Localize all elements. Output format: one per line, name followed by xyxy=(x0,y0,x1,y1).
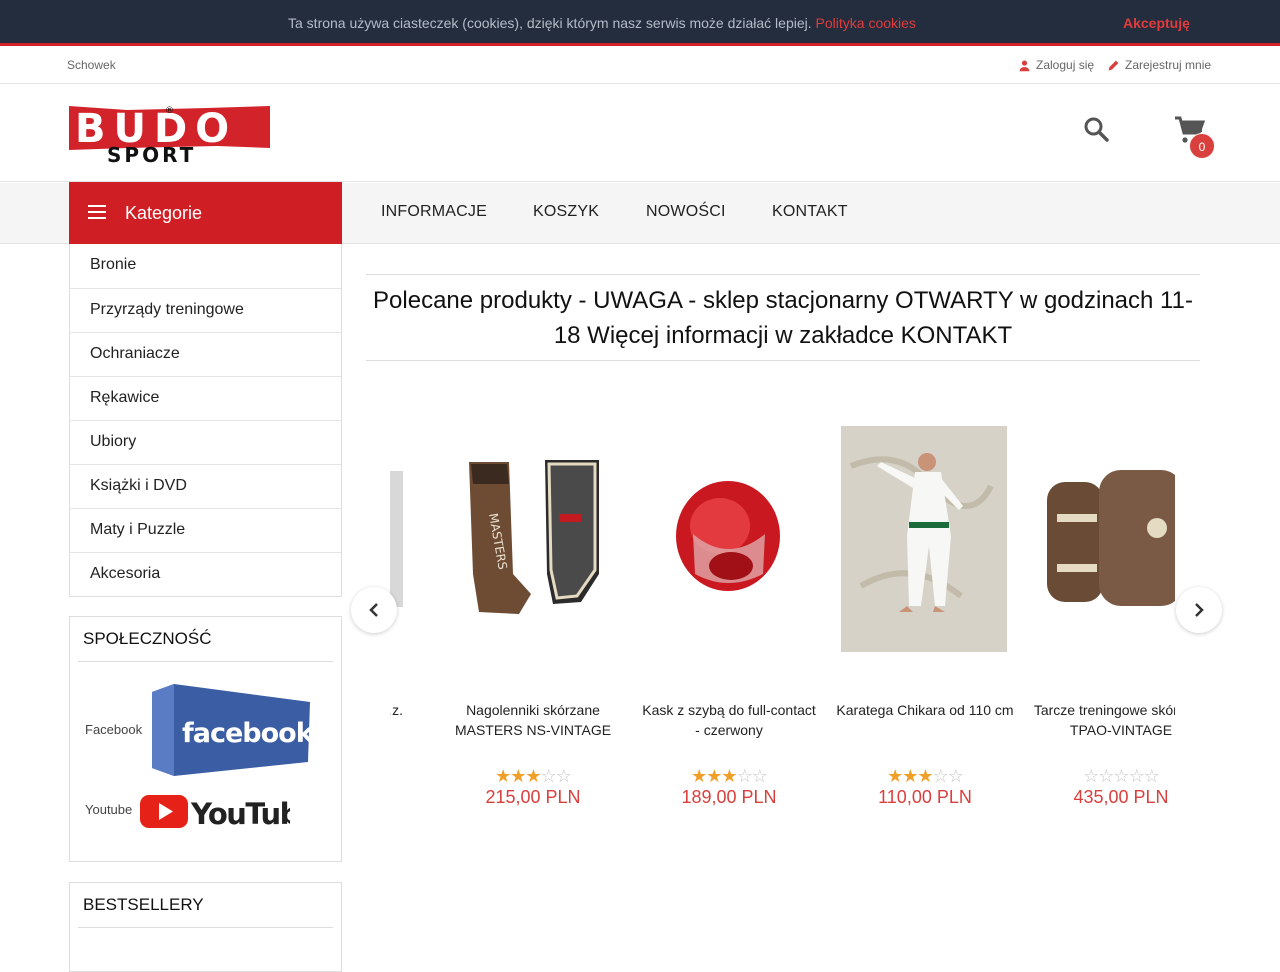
menu-icon xyxy=(88,205,106,219)
carousel-next-button[interactable] xyxy=(1176,587,1222,633)
product-image[interactable] xyxy=(1037,426,1175,652)
chevron-left-icon xyxy=(369,603,378,617)
category-item[interactable]: Rękawice xyxy=(70,376,341,420)
product-photo-pads xyxy=(1047,470,1175,606)
product-photo-karategi xyxy=(841,426,1007,652)
facebook-logo[interactable]: facebook xyxy=(152,684,310,776)
category-item[interactable]: Ubiory xyxy=(70,420,341,464)
chevron-right-icon xyxy=(1195,603,1204,617)
login-label: Zaloguj się xyxy=(1036,58,1095,72)
nav-item-koszyk[interactable]: KOSZYK xyxy=(533,203,599,221)
product-name[interactable]: Nagolenniki skórzane MASTERS NS-VINTAGE xyxy=(443,700,623,740)
cookie-message: Ta strona używa ciasteczek (cookies), dz… xyxy=(288,15,916,31)
youtube-logo[interactable]: YouTube xyxy=(140,792,290,830)
pencil-icon xyxy=(1108,60,1119,70)
product-card[interactable]: MASTERS Nagolenniki skórzane MASTERS NS-… xyxy=(435,400,631,820)
category-item[interactable]: Przyrządy treningowe xyxy=(70,288,341,332)
star-icon: ☆☆ xyxy=(932,766,964,786)
categories-toggle[interactable]: Kategorie xyxy=(69,182,342,244)
star-icon: ★★★ xyxy=(691,766,737,786)
cookie-bar: Ta strona używa ciasteczek (cookies), dz… xyxy=(0,0,1280,46)
carousel-prev-button[interactable] xyxy=(351,587,397,633)
product-photo-red-helmet xyxy=(676,481,780,591)
cart-count-badge: 0 xyxy=(1189,133,1215,159)
product-price: 110,00 PLN xyxy=(878,787,972,807)
logo-sport-text: SPORT xyxy=(107,143,196,164)
star-icon: ☆☆☆☆☆ xyxy=(1083,766,1160,786)
product-image[interactable] xyxy=(645,426,811,652)
divider xyxy=(78,661,333,662)
product-card[interactable]: Tarcze treningowe skórzane TPAO-VINTAGE … xyxy=(1023,400,1175,820)
product-rating: ★★★☆☆ xyxy=(827,766,1023,787)
community-box: SPOŁECZNOŚĆ Facebook facebook Youtube Yo… xyxy=(69,616,342,862)
product-name[interactable]: …kie …z. xyxy=(390,700,403,720)
register-link[interactable]: Zarejestruj mnie xyxy=(1107,58,1211,72)
cookie-message-text: Ta strona używa ciasteczek (cookies), dz… xyxy=(288,15,812,31)
top-links-bar: Schowek Zaloguj się Zarejestruj mnie xyxy=(0,49,1280,84)
budo-sport-logo[interactable]: BUDO ® SPORT xyxy=(67,102,272,164)
login-link[interactable]: Zaloguj się xyxy=(1018,58,1094,72)
product-image[interactable] xyxy=(841,426,1007,652)
product-name[interactable]: Kask z szybą do full-contact - czerwony xyxy=(639,700,819,740)
facebook-logo-text: facebook xyxy=(182,718,310,749)
categories-label: Kategorie xyxy=(125,203,203,223)
youtube-logo-text: YouTube xyxy=(190,797,290,830)
product-price: 215,00 PLN xyxy=(485,787,581,807)
product-image[interactable]: MASTERS xyxy=(449,426,615,652)
product-carousel: …kie …z. MASTERS Nagolenniki skórzane MA… xyxy=(390,400,1175,820)
youtube-label: Youtube xyxy=(85,802,133,817)
divider xyxy=(78,927,333,928)
star-icon: ★★★ xyxy=(495,766,541,786)
register-label: Zarejestruj mnie xyxy=(1125,58,1212,72)
search-icon[interactable] xyxy=(1083,116,1109,142)
product-rating: ★★★☆☆ xyxy=(435,766,631,787)
product-card[interactable]: Kask z szybą do full-contact - czerwony … xyxy=(631,400,827,820)
product-photo-shin-guards: MASTERS xyxy=(469,460,599,614)
clipboard-link[interactable]: Schowek xyxy=(67,58,116,72)
category-item[interactable]: Ochraniacze xyxy=(70,332,341,376)
product-price: 189,00 PLN xyxy=(681,787,777,807)
cookie-accept-button[interactable]: Akceptuję xyxy=(1123,15,1190,31)
community-title: SPOŁECZNOŚĆ xyxy=(83,629,212,648)
user-icon xyxy=(1019,59,1030,71)
bestsellers-title: BESTSELLERY xyxy=(83,895,204,914)
category-item[interactable]: Maty i Puzzle xyxy=(70,508,341,552)
cookie-policy-link[interactable]: Polityka cookies xyxy=(816,15,916,31)
nav-item-nowosci[interactable]: NOWOŚCI xyxy=(646,203,726,221)
star-icon: ☆☆ xyxy=(736,766,768,786)
category-list: Bronie Przyrządy treningowe Ochraniacze … xyxy=(69,244,342,597)
svg-text:®: ® xyxy=(165,106,174,116)
category-item[interactable]: Książki i DVD xyxy=(70,464,341,508)
product-photo-helmet-white xyxy=(390,471,403,607)
product-rating: ☆☆☆☆☆ xyxy=(1023,766,1175,787)
star-icon: ☆☆ xyxy=(540,766,572,786)
featured-headline: Polecane produkty - UWAGA - sklep stacjo… xyxy=(366,274,1200,361)
product-card[interactable]: Karatega Chikara od 110 cm ★★★☆☆ 110,00 … xyxy=(827,400,1023,820)
product-rating: ★★★☆☆ xyxy=(631,766,827,787)
category-item[interactable]: Bronie xyxy=(70,244,341,288)
bestsellers-box: BESTSELLERY xyxy=(69,882,342,972)
product-price: 435,00 PLN xyxy=(1073,787,1169,807)
nav-item-kontakt[interactable]: KONTAKT xyxy=(772,203,848,221)
facebook-label: Facebook xyxy=(85,722,143,737)
star-icon: ★★★ xyxy=(887,766,933,786)
product-name[interactable]: Tarcze treningowe skórzane TPAO-VINTAGE xyxy=(1031,700,1175,740)
nav-item-informacje[interactable]: INFORMACJE xyxy=(381,203,487,221)
category-item[interactable]: Akcesoria xyxy=(70,552,341,596)
product-name[interactable]: Karatega Chikara od 110 cm xyxy=(835,700,1015,720)
